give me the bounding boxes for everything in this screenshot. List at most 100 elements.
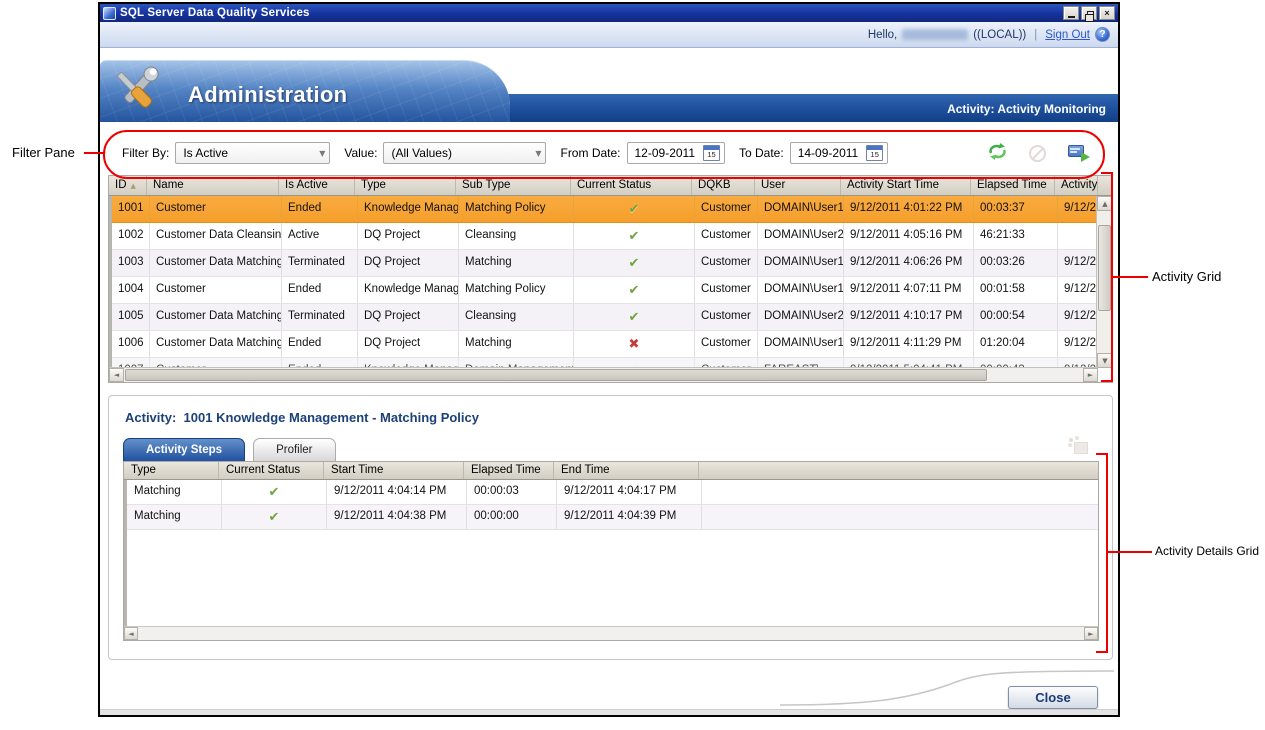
cell-dqkb: Customer xyxy=(695,304,758,330)
close-button[interactable]: Close xyxy=(1008,686,1098,709)
activity-grid: ID▲NameIs ActiveTypeSub TypeCurrent Stat… xyxy=(108,175,1113,383)
column-header-is-active[interactable]: Is Active xyxy=(279,176,355,195)
details-grid-body: Matching✔9/12/2011 4:04:14 PM00:00:039/1… xyxy=(124,480,1098,626)
cell-dqkb: Customer xyxy=(695,358,758,367)
column-header-type[interactable]: Type xyxy=(124,462,219,479)
column-header-elapsed-time[interactable]: Elapsed Time xyxy=(464,462,554,479)
calendar-icon-day: 15 xyxy=(707,150,715,160)
cell-name: Customer xyxy=(150,277,282,303)
cell-status: ✔ xyxy=(574,304,695,330)
filter-by-select[interactable]: Is Active ▼ xyxy=(175,142,330,164)
value-label: Value: xyxy=(344,146,377,160)
table-row[interactable]: Matching✔9/12/2011 4:04:14 PM00:00:039/1… xyxy=(127,480,1098,505)
cell-elapsed: 00:03:37 xyxy=(974,196,1058,222)
column-header-elapsed-time[interactable]: Elapsed Time xyxy=(971,176,1055,195)
table-row[interactable]: 1006Customer Data MatchingEndedDQ Projec… xyxy=(112,331,1098,358)
cell-name: Customer Data Cleansing xyxy=(150,223,282,249)
scrollbar-thumb[interactable] xyxy=(1098,225,1111,311)
column-header-dqkb[interactable]: DQKB xyxy=(692,176,755,195)
cell-user: DOMAIN\User2 xyxy=(758,304,844,330)
activity-details-grid: TypeCurrent StatusStart TimeElapsed Time… xyxy=(123,461,1099,641)
scroll-right-icon[interactable]: ► xyxy=(1083,368,1098,382)
tab-profiler[interactable]: Profiler xyxy=(253,438,335,462)
help-icon[interactable]: ? xyxy=(1095,27,1110,42)
scroll-up-icon[interactable]: ▲ xyxy=(1097,196,1113,211)
table-row[interactable]: 1001CustomerEndedKnowledge ManagementMat… xyxy=(112,196,1098,223)
cell-id: 1003 xyxy=(112,250,150,276)
scroll-down-icon[interactable]: ▼ xyxy=(1097,353,1113,368)
cell-sub_type: Matching Policy xyxy=(459,196,574,222)
vertical-scrollbar[interactable]: ▲ ▼ xyxy=(1096,196,1112,368)
cell-type: Matching xyxy=(127,480,222,504)
cell-name: Customer xyxy=(150,196,282,222)
status-ok-icon: ✔ xyxy=(629,229,640,244)
cell-start_time: 9/12/2011 4:05:16 PM xyxy=(844,223,974,249)
cell-type: Matching xyxy=(127,505,222,529)
calendar-icon[interactable]: 15 xyxy=(703,145,720,161)
cell-status: ✔ xyxy=(574,196,695,222)
minimize-button[interactable] xyxy=(1063,6,1079,20)
details-grid-header: TypeCurrent StatusStart TimeElapsed Time… xyxy=(124,462,1098,480)
local-label: ((LOCAL)) xyxy=(973,29,1026,41)
horizontal-scrollbar[interactable]: ◄ ► xyxy=(124,626,1098,640)
cell-name: Customer Data Matching xyxy=(150,250,282,276)
scroll-right-icon[interactable]: ► xyxy=(1084,627,1098,640)
table-row[interactable]: 1004CustomerEndedKnowledge ManagementMat… xyxy=(112,277,1098,304)
column-header-id[interactable]: ID▲ xyxy=(109,176,147,195)
cell-sub_type: Cleansing xyxy=(459,304,574,330)
minimize-icon xyxy=(1068,16,1075,18)
column-header-user[interactable]: User xyxy=(755,176,841,195)
column-header-end-time[interactable]: End Time xyxy=(554,462,699,479)
table-row[interactable]: 1002Customer Data CleansingActiveDQ Proj… xyxy=(112,223,1098,250)
activity-grid-body: 1001CustomerEndedKnowledge ManagementMat… xyxy=(109,196,1098,368)
window-footer xyxy=(100,709,1118,715)
table-row[interactable]: 1003Customer Data MatchingTerminatedDQ P… xyxy=(112,250,1098,277)
restore-button[interactable] xyxy=(1081,6,1097,20)
cell-type: Knowledge Management xyxy=(358,196,459,222)
annotation-filter-pane-label: Filter Pane xyxy=(12,145,75,160)
scrollbar-thumb[interactable] xyxy=(125,369,987,381)
separator: | xyxy=(1031,29,1040,41)
calendar-icon[interactable]: 15 xyxy=(866,145,883,161)
export-icon[interactable] xyxy=(1068,145,1088,161)
column-header-activity[interactable]: Activity xyxy=(1055,176,1098,195)
column-header-activity-start-time[interactable]: Activity Start Time xyxy=(841,176,971,195)
value-select[interactable]: (All Values) ▼ xyxy=(383,142,546,164)
cell-end_time: 9/12/20 xyxy=(1058,196,1098,222)
refresh-icon[interactable] xyxy=(988,143,1007,163)
tab-activity-steps[interactable]: Activity Steps xyxy=(123,438,245,462)
cell-start_time: 9/12/2011 5:04:41 PM xyxy=(844,358,974,367)
column-header-sub-type[interactable]: Sub Type xyxy=(456,176,571,195)
to-date-field[interactable]: 14-09-2011 15 xyxy=(790,142,889,164)
table-row[interactable]: Matching✔9/12/2011 4:04:38 PM00:00:009/1… xyxy=(127,505,1098,530)
cell-dqkb: Customer xyxy=(695,277,758,303)
column-header-current-status[interactable]: Current Status xyxy=(219,462,324,479)
column-header-type[interactable]: Type xyxy=(355,176,456,195)
filter-by-label: Filter By: xyxy=(122,146,169,160)
status-error-icon: ✖ xyxy=(629,337,640,352)
cell-elapsed: 00:00:03 xyxy=(467,480,557,504)
horizontal-scrollbar[interactable]: ◄ ► xyxy=(109,367,1098,382)
column-header-current-status[interactable]: Current Status xyxy=(571,176,692,195)
tools-icon xyxy=(108,62,170,127)
details-title: Activity: 1001 Knowledge Management - Ma… xyxy=(125,410,479,425)
table-row[interactable]: 1005Customer Data MatchingTerminatedDQ P… xyxy=(112,304,1098,331)
cell-end_time: 9/12/2011 4:04:39 PM xyxy=(557,505,702,529)
sign-out-link[interactable]: Sign Out xyxy=(1045,29,1090,41)
column-header-start-time[interactable]: Start Time xyxy=(324,462,464,479)
from-date-field[interactable]: 12-09-2011 15 xyxy=(627,142,726,164)
user-bar: Hello, ((LOCAL)) | Sign Out ? xyxy=(100,22,1118,48)
cell-end_time: 9/12/20 xyxy=(1058,304,1098,330)
cell-elapsed: 00:01:58 xyxy=(974,277,1058,303)
column-header-name[interactable]: Name xyxy=(147,176,279,195)
details-activity-value: 1001 Knowledge Management - Matching Pol… xyxy=(184,410,479,425)
close-window-button[interactable]: × xyxy=(1099,6,1115,20)
title-bar[interactable]: SQL Server Data Quality Services × xyxy=(100,4,1118,22)
from-date-label: From Date: xyxy=(560,146,620,160)
cell-status: ✔ xyxy=(574,250,695,276)
annotation-activity-details-grid-label: Activity Details Grid xyxy=(1155,544,1259,558)
column-header-filler xyxy=(699,462,1098,479)
scroll-left-icon[interactable]: ◄ xyxy=(109,368,124,382)
scroll-left-icon[interactable]: ◄ xyxy=(124,627,138,640)
app-icon xyxy=(103,7,116,20)
